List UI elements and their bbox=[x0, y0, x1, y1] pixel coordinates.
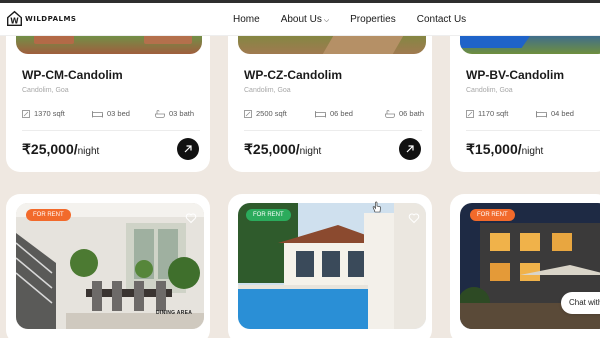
navbar: W WILDPALMS Home About Us ⌵ Properties Co… bbox=[0, 3, 600, 36]
heart-icon[interactable] bbox=[408, 212, 420, 224]
heart-icon[interactable] bbox=[185, 212, 197, 224]
for-rent-badge: FOR RENT bbox=[470, 209, 515, 221]
for-rent-badge: FOR RENT bbox=[246, 209, 291, 221]
property-price: ₹25,000/night bbox=[22, 141, 99, 159]
main-nav: Home About Us ⌵ Properties Contact Us bbox=[233, 3, 487, 36]
nav-contact-us[interactable]: Contact Us bbox=[417, 14, 466, 25]
area-value: 1170 sqft bbox=[478, 109, 509, 118]
bed-spec: 04 bed bbox=[536, 109, 574, 118]
villa-pool-photo bbox=[238, 203, 426, 329]
price-unit: night bbox=[521, 146, 544, 157]
bed-spec: 06 bed bbox=[315, 109, 353, 118]
bath-icon bbox=[155, 109, 165, 118]
bath-value: 06 bath bbox=[399, 109, 425, 118]
bed-spec: 03 bed bbox=[92, 109, 130, 118]
nav-properties[interactable]: Properties bbox=[350, 14, 396, 25]
bath-spec: 06 bath bbox=[385, 109, 424, 118]
bath-value: 03 bath bbox=[169, 109, 195, 118]
area-value: 1370 sqft bbox=[34, 109, 65, 118]
arrow-up-right-icon bbox=[184, 145, 192, 153]
nav-home[interactable]: Home bbox=[233, 14, 260, 25]
chat-widget-button[interactable]: Chat with bbox=[561, 292, 600, 314]
property-image[interactable]: FOR RENT bbox=[238, 203, 426, 329]
property-card[interactable]: FOR RENT bbox=[450, 194, 600, 338]
bed-icon bbox=[536, 110, 547, 117]
property-location: Candolim, Goa bbox=[466, 87, 513, 94]
property-location: Candolim, Goa bbox=[22, 87, 69, 94]
card-divider bbox=[22, 130, 200, 131]
price-unit: night bbox=[77, 146, 100, 157]
view-property-button[interactable] bbox=[399, 138, 421, 160]
nav-about-us-label: About Us bbox=[280, 14, 322, 25]
property-title[interactable]: WP-CZ-Candolim bbox=[244, 68, 342, 82]
property-card[interactable]: FOR RENT bbox=[228, 194, 432, 338]
logo[interactable]: W WILDPALMS bbox=[6, 10, 76, 27]
area-icon bbox=[466, 109, 474, 118]
bed-value: 06 bed bbox=[330, 109, 353, 118]
pathway-shape bbox=[322, 36, 404, 54]
bath-spec: 03 bath bbox=[155, 109, 194, 118]
logo-text: WILDPALMS bbox=[25, 14, 77, 23]
property-card[interactable]: FOR RENT DINING AREA bbox=[6, 194, 210, 338]
area-value: 2500 sqft bbox=[256, 109, 287, 118]
price-amount: ₹25,000/ bbox=[22, 141, 78, 157]
price-unit: night bbox=[299, 146, 322, 157]
arrow-up-right-icon bbox=[406, 145, 414, 153]
hand-cursor-icon bbox=[372, 201, 381, 213]
property-price: ₹25,000/night bbox=[244, 141, 321, 159]
bed-icon bbox=[315, 110, 326, 117]
bed-value: 04 bed bbox=[551, 109, 574, 118]
bath-icon bbox=[385, 109, 395, 118]
view-property-button[interactable] bbox=[177, 138, 199, 160]
area-spec: 1170 sqft bbox=[466, 109, 508, 118]
area-icon bbox=[22, 109, 30, 118]
bed-icon bbox=[92, 110, 103, 117]
area-spec: 1370 sqft bbox=[22, 109, 65, 118]
chevron-down-icon: ⌵ bbox=[323, 17, 330, 24]
for-rent-badge: FOR RENT bbox=[26, 209, 71, 221]
bed-value: 03 bed bbox=[107, 109, 130, 118]
price-amount: ₹15,000/ bbox=[466, 141, 522, 157]
property-price: ₹15,000/night bbox=[466, 141, 543, 159]
property-image[interactable]: FOR RENT DINING AREA bbox=[16, 203, 204, 329]
house-logo-icon: W bbox=[7, 10, 22, 26]
area-icon bbox=[244, 109, 252, 118]
property-title[interactable]: WP-CM-Candolim bbox=[22, 68, 123, 82]
property-location: Candolim, Goa bbox=[244, 87, 291, 94]
card-divider bbox=[244, 130, 422, 131]
price-amount: ₹25,000/ bbox=[244, 141, 300, 157]
area-spec: 2500 sqft bbox=[244, 109, 287, 118]
svg-text:W: W bbox=[10, 17, 19, 26]
photo-caption: DINING AREA bbox=[156, 310, 193, 316]
card-divider bbox=[466, 130, 600, 131]
nav-about-us[interactable]: About Us ⌵ bbox=[281, 14, 329, 25]
property-title[interactable]: WP-BV-Candolim bbox=[466, 68, 564, 82]
